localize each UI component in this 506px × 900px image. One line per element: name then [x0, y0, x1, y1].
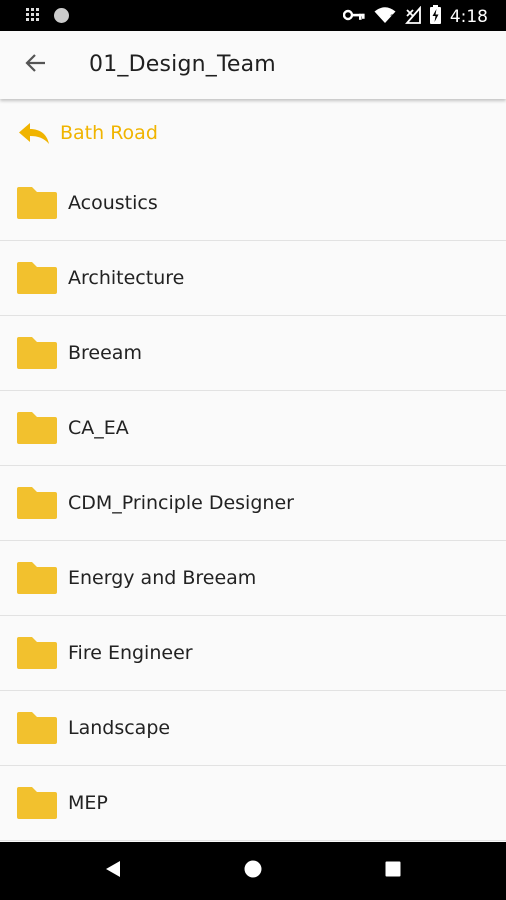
system-nav-bar [0, 842, 506, 900]
nav-back-button[interactable] [98, 856, 128, 886]
no-signal-icon [404, 5, 421, 29]
folder-label: Fire Engineer [68, 642, 193, 664]
folder-label: Energy and Breeam [68, 567, 257, 589]
circle-notification-icon [53, 7, 70, 29]
folder-list: Acoustics Architecture Breeam CA_EA CDM_… [0, 166, 506, 841]
folder-label: Breeam [68, 342, 142, 364]
folder-item-architecture[interactable]: Architecture [0, 241, 506, 316]
status-time: 4:18 [449, 7, 488, 27]
recents-square-icon [385, 861, 401, 882]
vpn-key-icon [342, 8, 365, 27]
parent-folder-label: Bath Road [60, 122, 158, 144]
page-title: 01_Design_Team [89, 52, 276, 77]
folder-icon [16, 336, 58, 370]
grid-notification-icon [26, 8, 41, 28]
folder-label: Architecture [68, 267, 185, 289]
wifi-icon: ? [374, 6, 396, 29]
arrow-back-icon [25, 52, 47, 79]
folder-item-mep[interactable]: MEP [0, 766, 506, 841]
folder-item-fire-engineer[interactable]: Fire Engineer [0, 616, 506, 691]
status-left [26, 7, 70, 29]
folder-label: Landscape [68, 717, 171, 739]
parent-folder-link[interactable]: Bath Road [0, 100, 506, 166]
folder-label: CA_EA [68, 417, 129, 439]
folder-icon [16, 186, 58, 220]
nav-home-button[interactable] [238, 856, 268, 886]
folder-item-energy-and-breeam[interactable]: Energy and Breeam [0, 541, 506, 616]
back-triangle-icon [105, 860, 121, 883]
reply-arrow-icon [18, 121, 50, 145]
folder-item-cdm-principle-designer[interactable]: CDM_Principle Designer [0, 466, 506, 541]
folder-icon [16, 786, 58, 820]
home-circle-icon [244, 860, 262, 883]
folder-item-acoustics[interactable]: Acoustics [0, 166, 506, 241]
folder-icon [16, 261, 58, 295]
folder-icon [16, 711, 58, 745]
battery-icon [429, 5, 441, 29]
folder-icon [16, 486, 58, 520]
folder-item-ca-ea[interactable]: CA_EA [0, 391, 506, 466]
nav-recents-button[interactable] [378, 856, 408, 886]
back-button[interactable] [16, 45, 56, 85]
status-right: ? 4:18 [342, 5, 488, 29]
folder-item-landscape[interactable]: Landscape [0, 691, 506, 766]
app-bar: 01_Design_Team [0, 31, 506, 99]
folder-label: MEP [68, 792, 108, 814]
folder-item-breeam[interactable]: Breeam [0, 316, 506, 391]
svg-text:?: ? [390, 14, 395, 24]
status-bar: ? 4:18 [0, 0, 506, 31]
folder-icon [16, 561, 58, 595]
folder-label: CDM_Principle Designer [68, 492, 294, 514]
folder-icon [16, 411, 58, 445]
folder-label: Acoustics [68, 192, 158, 214]
folder-icon [16, 636, 58, 670]
